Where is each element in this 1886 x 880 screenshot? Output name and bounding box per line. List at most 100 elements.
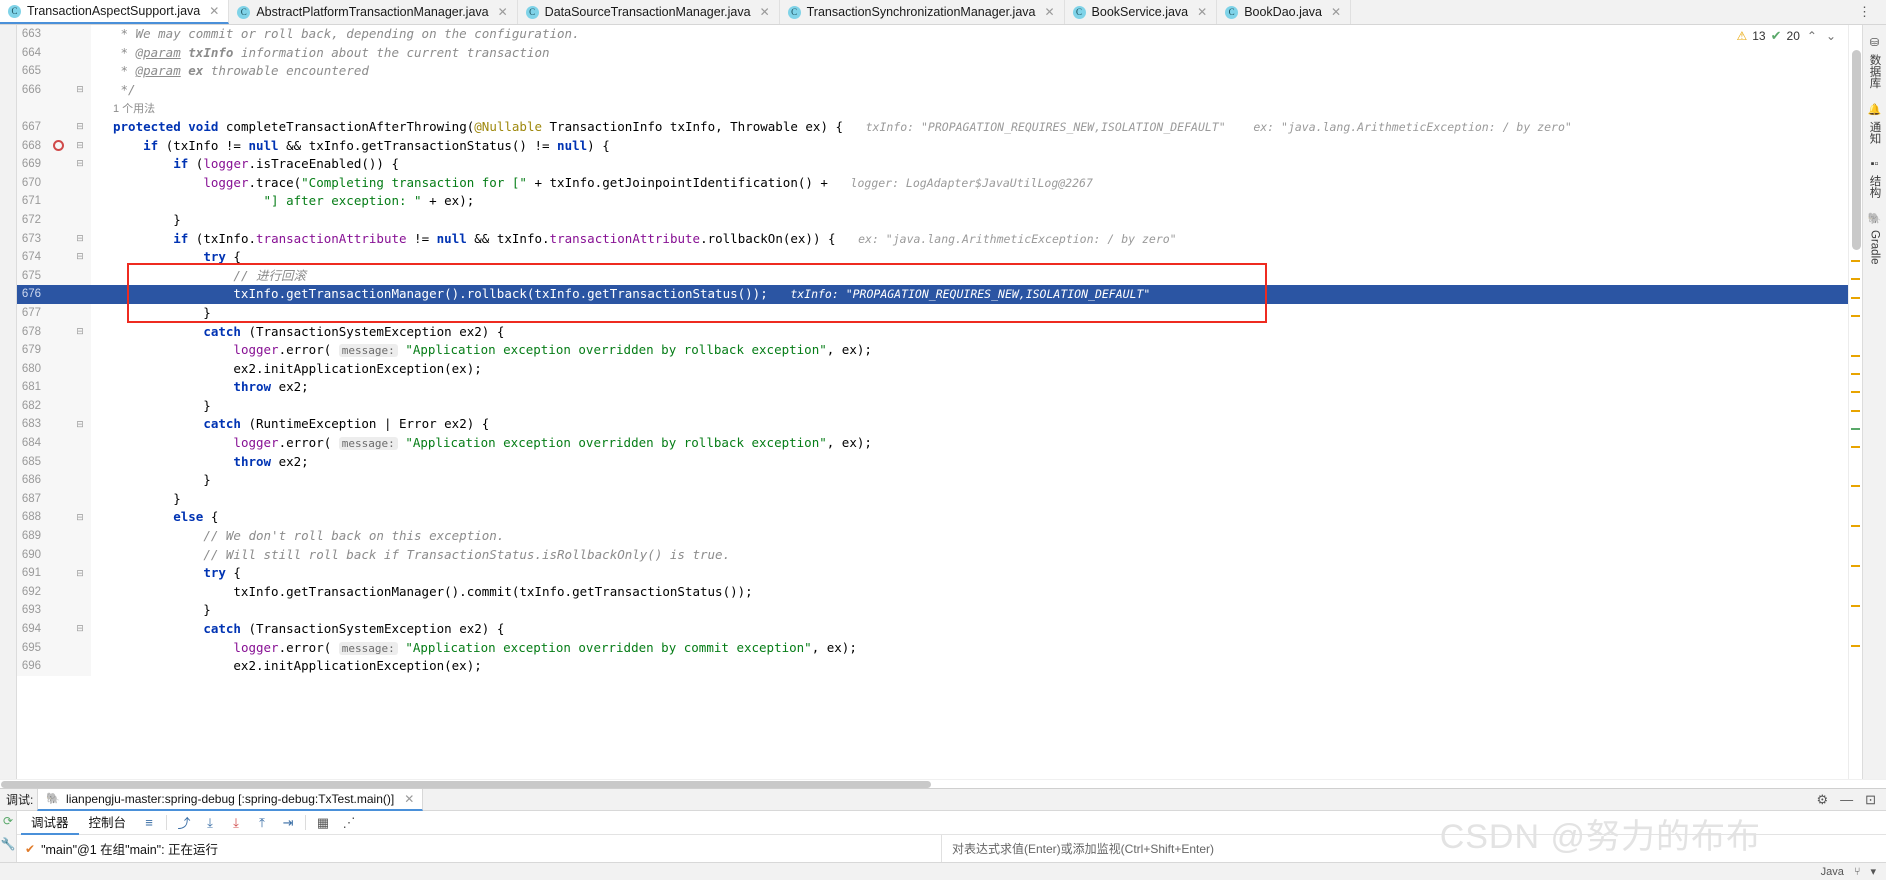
code-line[interactable]: 668 ⊟ if (txInfo != null && txInfo.getTra… (17, 136, 1848, 156)
code-line[interactable]: 689 // We don't roll back on this except… (17, 527, 1848, 546)
mute-breakpoints-icon[interactable]: ⋰ (336, 812, 362, 834)
fold-gutter[interactable]: ⊟ (69, 620, 91, 639)
code-line[interactable]: 679 logger.error( message: "Application … (17, 341, 1848, 360)
code-line[interactable]: 691 ⊟ try { (17, 564, 1848, 583)
gear-icon[interactable]: ⚙ (1816, 792, 1828, 808)
fold-gutter[interactable] (69, 341, 91, 360)
gutter-marker[interactable] (47, 564, 69, 583)
fold-gutter[interactable] (69, 210, 91, 230)
close-icon[interactable]: ✕ (1331, 6, 1341, 18)
gutter-marker[interactable] (47, 43, 69, 63)
code-line[interactable]: 663 * We may commit or roll back, depend… (17, 25, 1848, 44)
close-icon[interactable]: ✕ (760, 6, 770, 18)
gutter-marker[interactable] (47, 620, 69, 639)
minimize-icon[interactable]: — (1840, 792, 1853, 807)
fold-gutter[interactable] (69, 527, 91, 546)
fold-gutter[interactable] (69, 545, 91, 565)
code-line[interactable]: 672 } (17, 210, 1848, 230)
tab-console[interactable]: 控制台 (79, 811, 137, 835)
editor-tab-1[interactable]: C AbstractPlatformTransactionManager.jav… (229, 0, 518, 24)
fold-gutter[interactable] (69, 582, 91, 602)
gutter-marker[interactable] (47, 117, 69, 137)
watch-placeholder[interactable]: 对表达式求值(Enter)或添加监视(Ctrl+Shift+Enter) (952, 840, 1214, 857)
evaluate-expression-icon[interactable]: ▦ (310, 812, 336, 834)
gutter-marker[interactable] (47, 99, 69, 118)
fold-gutter[interactable] (69, 471, 91, 490)
fold-gutter[interactable] (69, 359, 91, 379)
editor-tab-5[interactable]: C BookDao.java ✕ (1217, 0, 1352, 24)
close-icon[interactable]: ✕ (1044, 6, 1054, 18)
fold-gutter[interactable] (69, 43, 91, 63)
gutter-marker[interactable] (47, 582, 69, 602)
inspection-widget[interactable]: ⚠ 13 ✔ 20 ⌃ ⌄ (1736, 28, 1838, 44)
code-line[interactable]: 664 * @param txInfo information about th… (17, 43, 1848, 63)
gutter-marker[interactable] (47, 341, 69, 360)
gutter-marker[interactable] (47, 508, 69, 528)
fold-gutter[interactable] (69, 489, 91, 509)
gutter-marker[interactable] (47, 285, 69, 304)
debug-session-tab[interactable]: 🐘 lianpengju-master:spring-debug [:sprin… (37, 788, 424, 811)
hide-icon[interactable]: ⊡ (1865, 792, 1876, 808)
frames-layout-icon[interactable]: ≡ (136, 812, 162, 834)
gutter-marker[interactable] (47, 25, 69, 44)
horizontal-scrollbar[interactable] (0, 779, 1886, 788)
code-line[interactable]: 686 } (17, 471, 1848, 490)
code-line[interactable]: 1 个用法 (17, 99, 1848, 118)
step-out-icon[interactable]: ⤒ (249, 812, 275, 834)
gutter-marker[interactable] (47, 471, 69, 490)
code-line[interactable]: 696 ex2.initApplicationException(ex); (17, 657, 1848, 676)
fold-gutter[interactable]: ⊟ (69, 564, 91, 583)
code-line[interactable]: 694 ⊟ catch (TransactionSystemException e… (17, 620, 1848, 639)
gutter-marker[interactable] (47, 601, 69, 620)
gutter-marker[interactable] (47, 378, 69, 397)
editor-tab-0[interactable]: C TransactionAspectSupport.java ✕ (0, 0, 230, 24)
fold-gutter[interactable] (69, 434, 91, 453)
gutter-marker[interactable] (47, 229, 69, 249)
gutter-marker[interactable] (47, 80, 69, 100)
step-over-icon[interactable]: ⤴ (171, 812, 197, 834)
fold-gutter[interactable] (69, 99, 91, 118)
branch-icon[interactable]: ⑂ (1854, 866, 1861, 878)
fold-gutter[interactable] (69, 192, 91, 211)
gutter-marker[interactable] (47, 359, 69, 379)
rail-item-gradle[interactable]: 🐘 Gradle (1865, 207, 1885, 270)
fold-gutter[interactable]: ⊟ (69, 322, 91, 342)
code-line[interactable]: 676 txInfo.getTransactionManager().rollb… (17, 285, 1848, 304)
code-line[interactable]: 666 ⊟ */ (17, 80, 1848, 100)
rail-item-database[interactable]: ⛁ 数据库 (1864, 31, 1886, 94)
chevron-down-icon[interactable]: ▾ (1870, 865, 1876, 878)
fold-gutter[interactable] (69, 601, 91, 620)
horizontal-scrollbar-thumb[interactable] (1, 781, 931, 788)
editor-marker-strip[interactable] (1848, 25, 1862, 779)
gutter-marker[interactable] (47, 545, 69, 565)
fold-gutter[interactable] (69, 303, 91, 323)
code-line[interactable]: 688 ⊟ else { (17, 508, 1848, 528)
gutter-marker[interactable] (47, 248, 69, 267)
gutter-marker[interactable] (47, 657, 69, 676)
fold-gutter[interactable]: ⊟ (69, 248, 91, 267)
fold-gutter[interactable] (69, 62, 91, 81)
gutter-marker[interactable] (47, 452, 69, 472)
code-line[interactable]: 685 throw ex2; (17, 452, 1848, 472)
code-line[interactable]: 687 } (17, 489, 1848, 509)
code-line[interactable]: 683 ⊟ catch (RuntimeException | Error ex2… (17, 415, 1848, 435)
gutter-marker[interactable] (47, 266, 69, 286)
code-line[interactable]: 669 ⊟ if (logger.isTraceEnabled()) { (17, 155, 1848, 174)
fold-gutter[interactable]: ⊟ (69, 155, 91, 174)
code-line[interactable]: 677 } (17, 303, 1848, 323)
close-icon[interactable]: ✕ (1197, 6, 1207, 18)
gutter-marker[interactable] (47, 303, 69, 323)
gutter-marker[interactable] (47, 527, 69, 546)
gutter-marker[interactable] (47, 396, 69, 416)
fold-gutter[interactable] (69, 266, 91, 286)
close-icon[interactable]: ✕ (404, 792, 414, 806)
fold-gutter[interactable]: ⊟ (69, 136, 91, 156)
fold-gutter[interactable]: ⊟ (69, 229, 91, 249)
fold-gutter[interactable] (69, 25, 91, 44)
chevron-up-icon[interactable]: ⌃ (1805, 29, 1819, 43)
gutter-marker[interactable] (47, 322, 69, 342)
close-icon[interactable]: ✕ (209, 5, 219, 17)
fold-gutter[interactable] (69, 638, 91, 658)
breakpoint-icon[interactable] (47, 136, 69, 156)
code-line[interactable]: 681 throw ex2; (17, 378, 1848, 397)
